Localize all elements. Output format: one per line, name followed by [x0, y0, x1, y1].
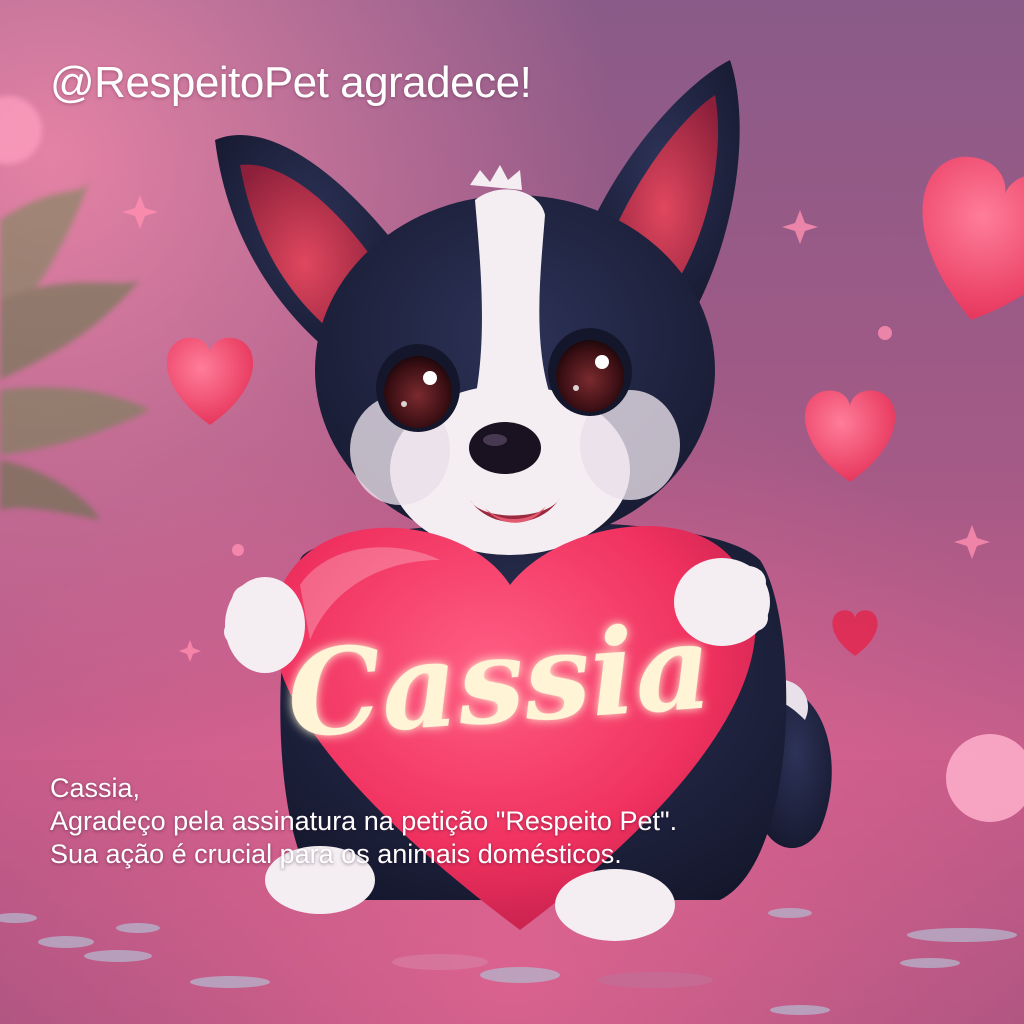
- message-line-1: Cassia,: [50, 773, 141, 803]
- header-title: @RespeitoPet agradece!: [50, 58, 532, 107]
- message-line-2: Agradeço pela assinatura na petição "Res…: [50, 806, 678, 836]
- heart-name-text: Cassia: [283, 596, 716, 764]
- thank-you-message: Cassia, Agradeço pela assinatura na peti…: [50, 772, 677, 871]
- nose: [469, 422, 541, 474]
- right-eye: [548, 328, 632, 416]
- message-line-3: Sua ação é crucial para os animais domés…: [50, 839, 622, 869]
- left-eye: [376, 344, 460, 432]
